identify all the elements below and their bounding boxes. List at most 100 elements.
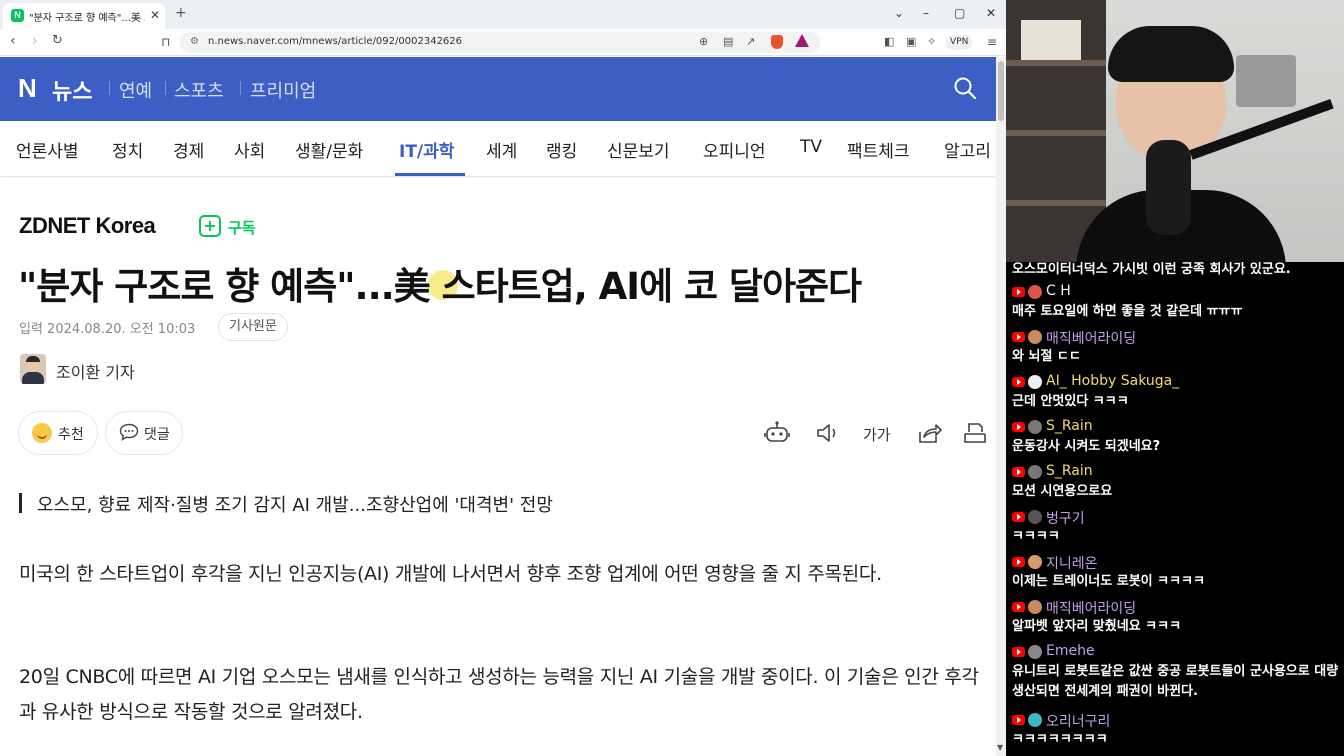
like-button[interactable]: 추천 — [18, 411, 98, 455]
brave-shield-icon[interactable] — [771, 35, 783, 49]
chat-avatar[interactable] — [1028, 713, 1042, 727]
chat-avatar[interactable] — [1028, 600, 1042, 614]
youtube-icon — [1012, 287, 1025, 297]
category-life-culture[interactable]: 생활/문화 — [295, 137, 363, 162]
chat-text: 근데 안멋있다 ㅋㅋㅋ — [1012, 394, 1129, 409]
new-tab-button[interactable]: + — [175, 5, 187, 21]
youtube-icon — [1012, 647, 1025, 657]
chat-avatar[interactable] — [1028, 555, 1042, 569]
address-toolbar: ‹ › ↻ ⊓ ⚙ n.news.naver.com/mnews/article… — [0, 29, 1006, 56]
youtube-icon — [1012, 467, 1025, 477]
category-politics[interactable]: 정치 — [112, 137, 143, 162]
print-icon[interactable] — [962, 421, 988, 445]
wallet-icon[interactable]: ▣ — [906, 35, 916, 48]
youtube-icon — [1012, 377, 1025, 387]
chat-username[interactable]: 오리너구리 — [1046, 711, 1110, 731]
article: ZDNET Korea + 구독 "분자 구조로 향 예측"...美 스타트업,… — [0, 178, 996, 756]
chat-text: 모션 시연용으로요 — [1012, 484, 1113, 499]
font-size-button[interactable]: 가가 — [863, 424, 891, 445]
chat-message-header: 매직베어라이딩 — [1012, 327, 1342, 347]
tab-close-icon[interactable]: ✕ — [150, 8, 160, 22]
chat-username[interactable]: AI_ Hobby Sakuga_ — [1046, 373, 1179, 389]
chat-username[interactable]: 지니레온 — [1046, 553, 1098, 573]
category-opinion[interactable]: 오피니언 — [703, 137, 766, 162]
chat-username[interactable]: 매직베어라이딩 — [1046, 328, 1136, 348]
sidebar-icon[interactable]: ◧ — [884, 35, 894, 48]
category-ranking[interactable]: 랭킹 — [546, 137, 577, 162]
category-factcheck[interactable]: 팩트체크 — [847, 137, 910, 162]
like-label: 추천 — [58, 427, 84, 443]
category-newspaper[interactable]: 신문보기 — [607, 137, 670, 162]
chat-username[interactable]: 벙구기 — [1046, 508, 1085, 528]
premium-link[interactable]: 프리미엄 — [250, 77, 316, 103]
youtube-icon — [1012, 715, 1025, 725]
chat-message-header: S_Rain — [1012, 462, 1342, 482]
reporter-avatar[interactable] — [20, 354, 46, 384]
chat-username[interactable]: 매직베어라이딩 — [1046, 598, 1136, 618]
sports-link[interactable]: 스포츠 — [174, 77, 224, 103]
chat-avatar[interactable] — [1028, 465, 1042, 479]
chat-message: AI_ Hobby Sakuga_ 근데 안멋있다 ㅋㅋㅋ — [1012, 372, 1342, 412]
vpn-button[interactable]: VPN — [946, 35, 973, 50]
reporter-name[interactable]: 조이환 기자 — [56, 359, 135, 383]
news-home-link[interactable]: 뉴스 — [52, 74, 92, 106]
comment-button[interactable]: 댓글 — [105, 411, 183, 455]
share-article-icon[interactable] — [916, 421, 942, 445]
url-text: n.news.naver.com/mnews/article/092/00023… — [208, 36, 463, 47]
leo-icon[interactable]: ✧ — [927, 35, 936, 48]
category-algorithm[interactable]: 알고리 — [944, 137, 991, 162]
back-icon[interactable]: ‹ — [10, 33, 16, 49]
chat-username[interactable]: S_Rain — [1046, 418, 1093, 434]
chat-avatar[interactable] — [1028, 645, 1042, 659]
chat-avatar[interactable] — [1028, 330, 1042, 344]
forward-icon[interactable]: › — [32, 33, 38, 49]
chat-message: C H 매주 토요일에 하면 좋을 것 같은데 ㅠㅠㅠ — [1012, 282, 1342, 322]
maximize-icon[interactable]: ▢ — [954, 6, 965, 20]
scroll-down-icon[interactable]: ▼ — [997, 743, 1003, 752]
publish-date: 입력 2024.08.20. 오전 10:03 — [19, 322, 196, 337]
share-icon[interactable]: ↗ — [746, 35, 755, 48]
scrollbar-thumb[interactable] — [998, 61, 1004, 121]
window-close-icon[interactable]: ✕ — [986, 6, 996, 20]
chat-avatar[interactable] — [1028, 285, 1042, 299]
chat-message-header: 지니레온 — [1012, 552, 1342, 572]
chat-message-header: C H — [1012, 282, 1342, 302]
category-it-science[interactable]: IT/과학 — [399, 137, 454, 162]
press-logo[interactable]: ZDNET Korea — [19, 213, 156, 239]
tab-search-icon[interactable]: ⌄ — [894, 6, 904, 20]
menu-icon[interactable]: ≡ — [987, 35, 997, 49]
header-divider — [109, 81, 110, 95]
reader-icon[interactable]: ▤ — [723, 35, 733, 48]
reload-icon[interactable]: ↻ — [52, 33, 63, 48]
site-info-icon[interactable]: ⚙ — [190, 36, 199, 47]
original-article-button[interactable]: 기사원문 — [218, 313, 288, 341]
category-press[interactable]: 언론사별 — [16, 137, 79, 162]
chat-message: 매직베어라이딩 와 뇌절 ㄷㄷ — [1012, 327, 1342, 367]
speaker-icon[interactable] — [815, 421, 841, 445]
zoom-icon[interactable]: ⊕ — [699, 35, 708, 48]
chat-avatar[interactable] — [1028, 510, 1042, 524]
search-icon[interactable] — [954, 77, 976, 99]
subscribe-label: 구독 — [228, 219, 256, 237]
bookmark-icon[interactable]: ⊓ — [161, 35, 170, 49]
naver-logo[interactable]: N — [18, 73, 37, 104]
browser-tab[interactable]: N "분자 구조로 향 예측"...美 스타트 ✕ — [3, 3, 165, 29]
page-scrollbar[interactable]: ▼ — [996, 57, 1006, 756]
category-economy[interactable]: 경제 — [173, 137, 204, 162]
chat-avatar[interactable] — [1028, 375, 1042, 389]
chat-avatar[interactable] — [1028, 420, 1042, 434]
chat-username[interactable]: Emehe — [1046, 643, 1095, 659]
minimize-icon[interactable]: – — [923, 6, 929, 20]
robot-summary-icon[interactable] — [764, 421, 790, 445]
youtube-icon — [1012, 422, 1025, 432]
chat-username[interactable]: C H — [1046, 283, 1071, 299]
category-world[interactable]: 세계 — [486, 137, 517, 162]
chat-message: S_Rain 운동강사 시켜도 되겠네요? — [1012, 417, 1342, 457]
chat-username[interactable]: S_Rain — [1046, 463, 1093, 479]
entertainment-link[interactable]: 연예 — [119, 77, 152, 103]
chat-text: 알파벳 앞자리 맞췄네요 ㅋㅋㅋ — [1012, 619, 1182, 634]
chat-message: 오리너구리 ㅋㅋㅋㅋㅋㅋㅋㅋ — [1012, 710, 1342, 750]
category-society[interactable]: 사회 — [234, 137, 265, 162]
category-tv[interactable]: TV — [800, 137, 822, 157]
rewards-icon[interactable] — [795, 34, 809, 47]
